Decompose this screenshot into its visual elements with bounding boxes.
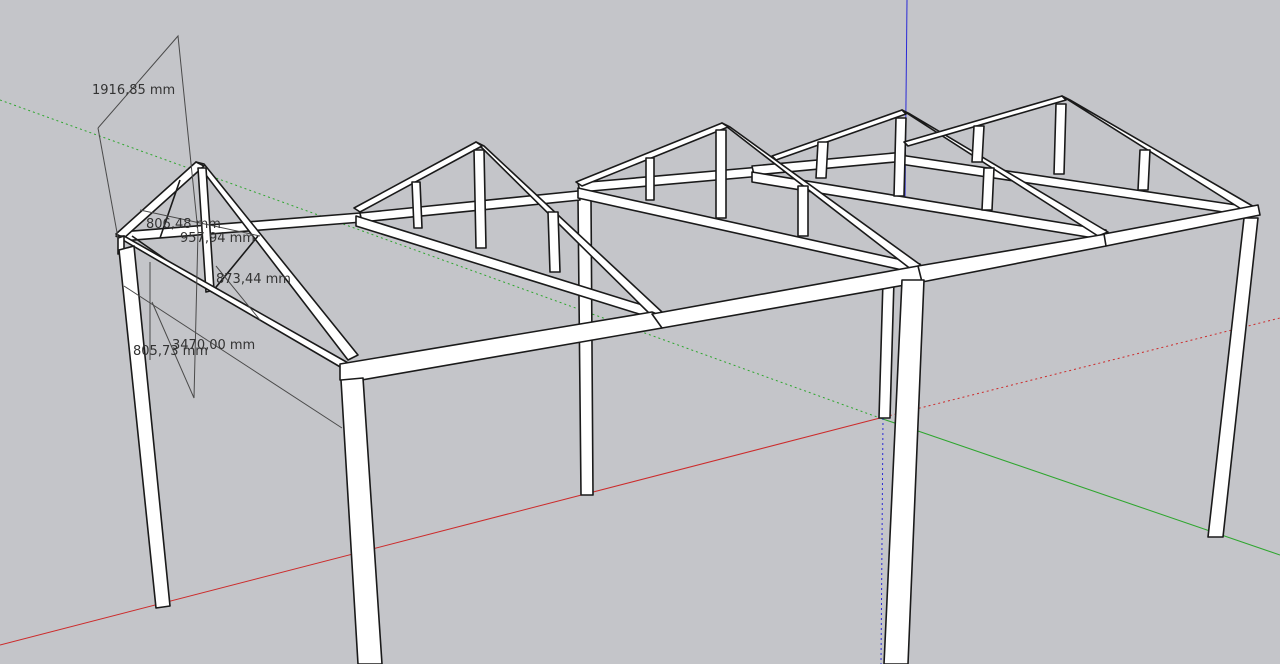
dimension-label-873[interactable]: 873,44 mm: [216, 272, 291, 287]
blue-axis-dotted: [880, 417, 884, 664]
model-viewport[interactable]: 1916,85 mm 806,48 mm 957,94 mm 873,44 mm…: [0, 0, 1280, 664]
dimension-label-957[interactable]: 957,94 mm: [180, 231, 255, 246]
dimension-label-1916[interactable]: 1916,85 mm: [92, 83, 175, 98]
red-axis: [0, 417, 881, 646]
model-scene[interactable]: [0, 0, 1280, 664]
truss-5[interactable]: [903, 95, 1257, 213]
red-axis-dotted: [879, 317, 1280, 419]
truss-1[interactable]: [115, 161, 359, 361]
dimension-label-806[interactable]: 806,48 mm: [146, 217, 221, 232]
dimension-label-805[interactable]: 805,73 mm: [133, 344, 208, 359]
